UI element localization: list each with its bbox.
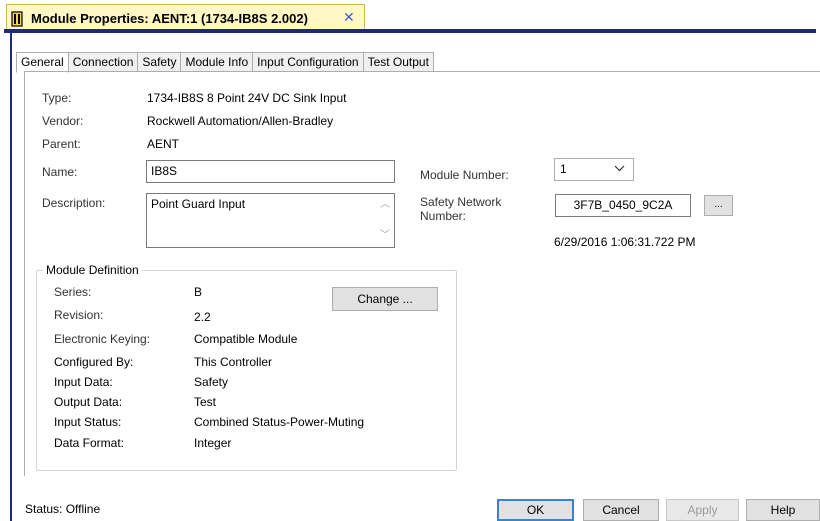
output-data-label: Output Data: <box>54 395 123 409</box>
property-tabs: General Connection Safety Module Info In… <box>16 52 434 73</box>
safety-network-number-field[interactable]: 3F7B_0450_9C2A <box>555 194 691 217</box>
document-tab[interactable]: Module Properties: AENT:1 (1734-IB8S 2.0… <box>6 4 365 32</box>
safety-network-timestamp: 6/29/2016 1:06:31.722 PM <box>554 235 696 249</box>
apply-button[interactable]: Apply <box>666 499 739 521</box>
change-button[interactable]: Change ... <box>332 287 438 311</box>
module-number-select[interactable]: 1 <box>554 158 634 181</box>
tab-connection[interactable]: Connection <box>68 52 139 72</box>
series-value: B <box>194 285 203 299</box>
module-definition-legend: Module Definition <box>43 263 142 277</box>
type-value: 1734-IB8S 8 Point 24V DC Sink Input <box>147 91 347 105</box>
safety-network-browse-button[interactable]: ... <box>704 195 733 216</box>
tab-module-info[interactable]: Module Info <box>181 52 254 72</box>
scroll-up-icon[interactable]: ︿ <box>379 199 391 211</box>
configured-by-value: This Controller <box>194 355 273 369</box>
cancel-button[interactable]: Cancel <box>583 499 659 521</box>
revision-label: Revision: <box>54 308 104 322</box>
parent-value: AENT <box>147 137 180 151</box>
vendor-value: Rockwell Automation/Allen-Bradley <box>147 114 334 128</box>
name-label: Name: <box>42 165 78 179</box>
electronic-keying-value: Compatible Module <box>194 332 298 346</box>
window-title: Module Properties: AENT:1 (1734-IB8S 2.0… <box>31 11 308 26</box>
revision-value: 2.2 <box>194 310 211 324</box>
type-label: Type: <box>42 91 72 105</box>
help-button[interactable]: Help <box>746 499 820 521</box>
close-icon[interactable]: ✕ <box>343 9 355 26</box>
tab-safety[interactable]: Safety <box>138 52 182 72</box>
input-data-value: Safety <box>194 375 229 389</box>
description-scrollbar[interactable]: ︿ ﹀ <box>377 195 393 246</box>
module-number-value: 1 <box>560 162 567 176</box>
module-icon <box>11 11 23 27</box>
vendor-label: Vendor: <box>42 114 84 128</box>
data-format-label: Data Format: <box>54 436 125 450</box>
tab-general[interactable]: General <box>16 52 69 73</box>
input-status-value: Combined Status-Power-Muting <box>194 415 365 429</box>
safety-network-label-line2: Number: <box>420 209 467 223</box>
chevron-down-icon <box>614 161 625 178</box>
safety-network-label-line1: Safety Network <box>420 195 502 209</box>
name-input[interactable]: IB8S <box>146 160 395 183</box>
document-tab-strip: Module Properties: AENT:1 (1734-IB8S 2.0… <box>0 0 820 33</box>
parent-label: Parent: <box>42 137 81 151</box>
description-textarea[interactable]: Point Guard Input ︿ ﹀ <box>146 193 395 248</box>
tab-input-configuration[interactable]: Input Configuration <box>253 52 364 72</box>
description-label: Description: <box>42 196 106 210</box>
description-text: Point Guard Input <box>151 197 246 211</box>
module-number-label: Module Number: <box>420 168 509 182</box>
tab-test-output[interactable]: Test Output <box>363 52 434 72</box>
scroll-down-icon[interactable]: ﹀ <box>379 230 391 242</box>
output-data-value: Test <box>194 395 217 409</box>
electronic-keying-label: Electronic Keying: <box>54 332 151 346</box>
input-status-label: Input Status: <box>54 415 122 429</box>
configured-by-label: Configured By: <box>54 355 134 369</box>
ok-button[interactable]: OK <box>497 499 574 521</box>
input-data-label: Input Data: <box>54 375 113 389</box>
series-label: Series: <box>54 285 92 299</box>
data-format-value: Integer <box>194 436 232 450</box>
status-text: Status: Offline <box>25 502 101 516</box>
